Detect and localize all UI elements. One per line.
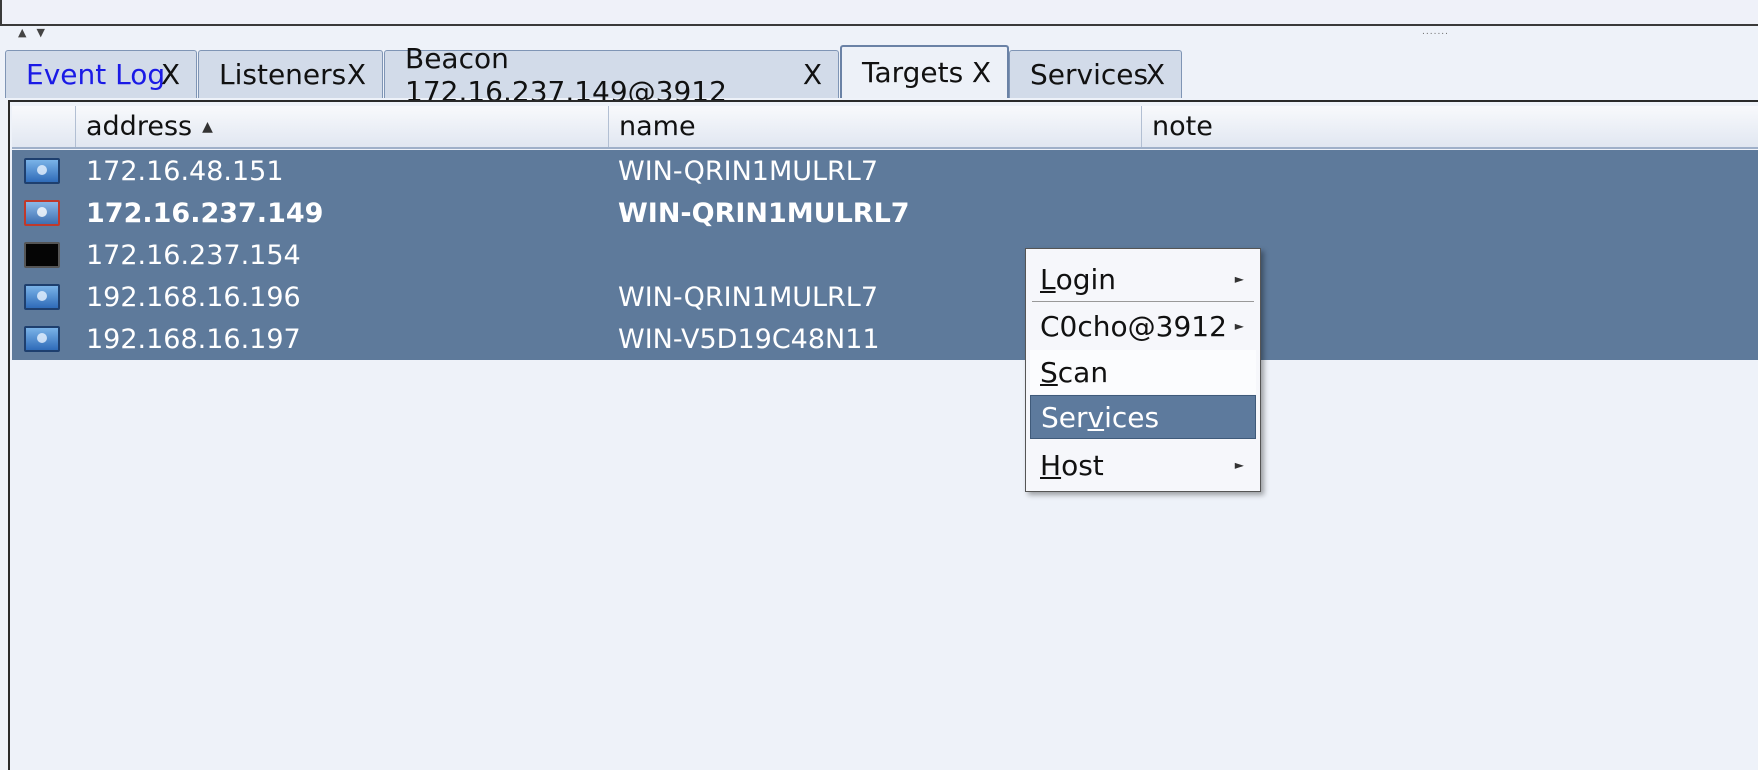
address-cell: 192.168.16.197 (86, 323, 301, 355)
tab-services[interactable]: Services X (1009, 50, 1182, 98)
submenu-arrow-icon: ► (1234, 319, 1244, 333)
tab-label: Targets (862, 56, 964, 89)
column-header-label: name (619, 111, 696, 142)
unknown-host-icon (24, 242, 60, 268)
address-cell: 172.16.48.151 (86, 155, 284, 187)
tab-label: Beacon 172.16.237.149@3912 (405, 41, 727, 108)
address-cell: 192.168.16.196 (86, 281, 301, 313)
windows-host-compromised-icon (24, 200, 60, 226)
menu-separator (1032, 301, 1254, 302)
top-pane-edge (0, 0, 1758, 26)
tab-beacon[interactable]: Beacon 172.16.237.149@3912 X (384, 42, 839, 108)
table-row[interactable]: 172.16.237.154 (12, 234, 1758, 276)
menu-item-scan[interactable]: Scan (1030, 350, 1256, 394)
column-header-note[interactable]: note (1142, 106, 1758, 147)
column-header-name[interactable]: name (609, 106, 1142, 147)
targets-panel: address ▲ name note 172.16.48.151 WIN-QR… (8, 100, 1758, 770)
menu-item-host[interactable]: Host ► (1030, 443, 1256, 487)
windows-host-icon (24, 326, 60, 352)
column-header-icon[interactable] (12, 106, 76, 147)
tab-close-button[interactable]: X (972, 56, 991, 89)
context-menu: Login ► C0cho@3912 ► Scan Ser v ices Host … (1025, 248, 1261, 492)
menu-item-label: ices (1104, 400, 1160, 434)
menu-item-login[interactable]: Login ► (1030, 257, 1256, 301)
split-arrows-icon[interactable]: ▲▼ (18, 26, 55, 39)
table-row[interactable]: 172.16.237.149 WIN-QRIN1MULRL7 (12, 192, 1758, 234)
submenu-arrow-icon: ► (1234, 458, 1244, 472)
mnemonic: H (1040, 448, 1062, 482)
windows-host-icon (24, 158, 60, 184)
address-cell: 172.16.237.149 (86, 197, 324, 229)
mnemonic: L (1040, 262, 1056, 296)
name-cell: WIN-QRIN1MULRL7 (618, 155, 879, 187)
menu-item-label: ogin (1055, 262, 1117, 296)
tab-label: Event Log (26, 58, 166, 91)
menu-item-session[interactable]: C0cho@3912 ► (1030, 304, 1256, 348)
name-cell: WIN-QRIN1MULRL7 (618, 197, 910, 229)
name-cell: WIN-V5D19C48N11 (618, 323, 880, 355)
menu-item-label: C0cho@3912 (1040, 309, 1227, 343)
mnemonic: v (1087, 400, 1105, 434)
tab-event-log[interactable]: Event Log X (5, 50, 197, 98)
table-row[interactable]: 192.168.16.196 WIN-QRIN1MULRL7 (12, 276, 1758, 318)
tab-close-button[interactable]: X (347, 58, 366, 91)
column-header-address[interactable]: address ▲ (76, 106, 609, 147)
menu-item-label: Ser (1041, 400, 1088, 434)
submenu-arrow-icon: ► (1234, 272, 1244, 286)
tab-label: Services (1030, 58, 1149, 91)
menu-item-label: can (1057, 355, 1109, 389)
table-row[interactable]: 192.168.16.197 WIN-V5D19C48N11 (12, 318, 1758, 360)
tab-listeners[interactable]: Listeners X (198, 50, 383, 98)
menu-item-services[interactable]: Ser v ices (1030, 395, 1256, 439)
tab-close-button[interactable]: X (1146, 58, 1165, 91)
tab-close-button[interactable]: X (803, 58, 822, 91)
tab-close-button[interactable]: X (161, 58, 180, 91)
tab-targets[interactable]: Targets X (840, 45, 1009, 98)
table-header: address ▲ name note (12, 106, 1758, 149)
column-header-label: note (1152, 111, 1213, 142)
split-pane-divider[interactable]: ▲▼ ....... (0, 26, 1758, 46)
grip-icon[interactable]: ....... (1422, 27, 1449, 37)
address-cell: 172.16.237.154 (86, 239, 301, 271)
mnemonic: S (1040, 355, 1058, 389)
menu-item-label: ost (1061, 448, 1104, 482)
name-cell: WIN-QRIN1MULRL7 (618, 281, 879, 313)
table-row[interactable]: 172.16.48.151 WIN-QRIN1MULRL7 (12, 150, 1758, 192)
column-header-label: address (86, 111, 193, 142)
windows-host-icon (24, 284, 60, 310)
tab-label: Listeners (219, 58, 347, 91)
sort-ascending-icon: ▲ (202, 118, 213, 135)
